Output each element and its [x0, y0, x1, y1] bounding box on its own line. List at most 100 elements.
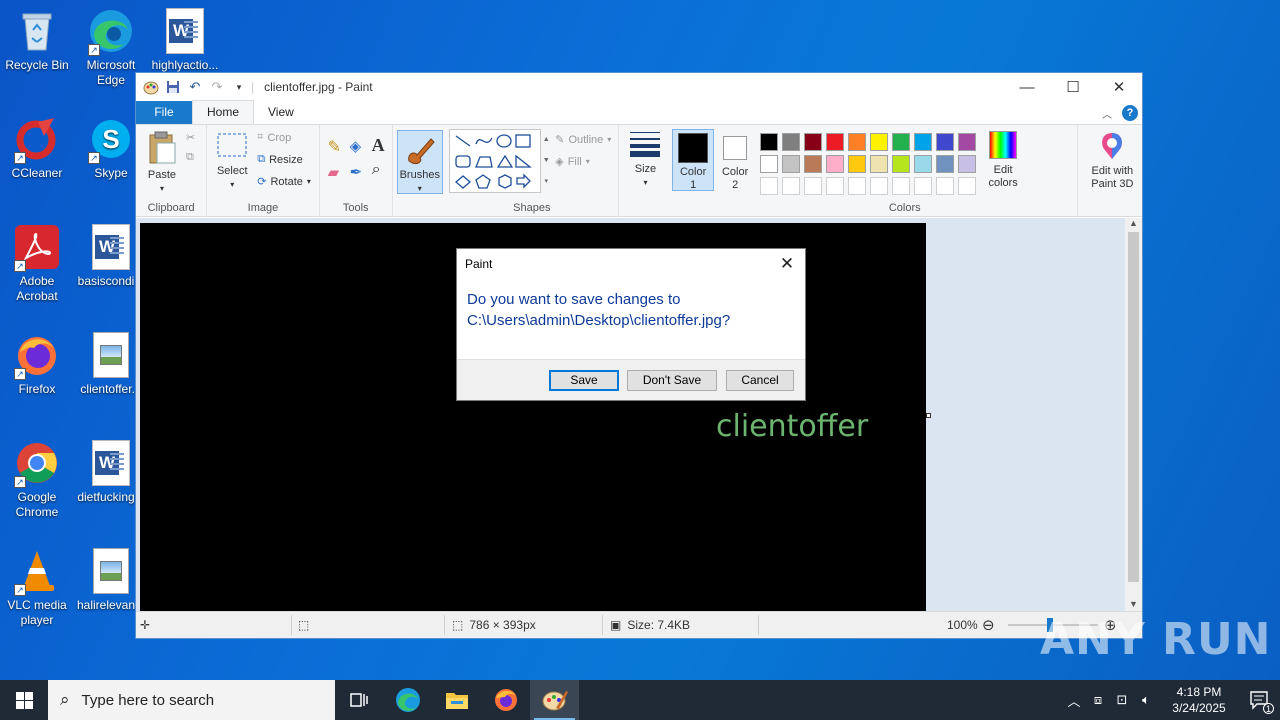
- cursor-position-icon: ✛: [140, 618, 151, 632]
- task-view-button[interactable]: [335, 680, 383, 720]
- color-swatch[interactable]: [936, 155, 955, 173]
- color-swatch[interactable]: [760, 155, 779, 173]
- desktop-icon-word-doc-1[interactable]: W highlyactio...: [148, 8, 222, 73]
- fill-button[interactable]: ◈ Fill ▾: [555, 155, 590, 169]
- color-swatch[interactable]: [760, 133, 779, 151]
- cancel-button[interactable]: Cancel: [726, 370, 794, 391]
- color-swatch[interactable]: [914, 155, 933, 173]
- tab-view[interactable]: View: [254, 101, 308, 124]
- paste-button[interactable]: Paste ▾: [144, 131, 180, 195]
- color-swatch[interactable]: [914, 133, 933, 151]
- dialog-close-icon[interactable]: ✕: [775, 252, 799, 276]
- edge-icon: ↗: [88, 8, 134, 56]
- desktop-icon-firefox[interactable]: ↗ Firefox: [0, 332, 74, 397]
- color-swatch[interactable]: [848, 155, 867, 173]
- color-swatch[interactable]: [782, 133, 801, 151]
- maximize-button[interactable]: ☐: [1050, 73, 1096, 101]
- crop-button[interactable]: ⌗ Crop: [257, 131, 291, 144]
- shapes-gallery[interactable]: [449, 129, 542, 193]
- file-menu[interactable]: File: [136, 101, 192, 124]
- color-picker-icon[interactable]: ✒: [350, 163, 363, 181]
- start-button[interactable]: [0, 680, 48, 720]
- edit-paint3d-button[interactable]: Edit with Paint 3D: [1082, 131, 1142, 191]
- outline-button[interactable]: ✎ Outline ▾: [555, 133, 611, 147]
- pencil-icon[interactable]: ✎: [328, 137, 341, 157]
- color-swatch[interactable]: [892, 155, 911, 173]
- resize-handle-right[interactable]: [926, 413, 931, 418]
- custom-color-slot[interactable]: [936, 177, 955, 195]
- desktop-icon-chrome[interactable]: ↗ Google Chrome: [0, 440, 74, 520]
- zoom-out-icon[interactable]: ⊖: [982, 612, 995, 638]
- undo-icon[interactable]: ↶: [187, 79, 203, 95]
- desktop-icon-recycle-bin[interactable]: Recycle Bin: [0, 8, 74, 73]
- custom-color-slot[interactable]: [760, 177, 779, 195]
- vertical-scrollbar[interactable]: ▲ ▼: [1125, 218, 1142, 613]
- shapes-scroll[interactable]: ▲ ▼ ▾: [541, 129, 551, 193]
- taskbar-firefox[interactable]: [481, 680, 530, 720]
- color-swatch[interactable]: [804, 155, 823, 173]
- desktop-icon-acrobat[interactable]: ↗ Adobe Acrobat: [0, 224, 74, 304]
- action-center-button[interactable]: 1: [1240, 690, 1280, 714]
- taskbar-paint[interactable]: [530, 680, 579, 720]
- resize-button[interactable]: ⧉ Resize: [257, 153, 302, 166]
- text-icon[interactable]: A: [372, 135, 385, 156]
- color1-button[interactable]: Color 1: [672, 129, 715, 191]
- custom-color-slot[interactable]: [804, 177, 823, 195]
- edit-colors-button[interactable]: Edit colors: [980, 131, 1026, 190]
- clock[interactable]: 4:18 PM 3/24/2025: [1164, 684, 1234, 716]
- redo-icon[interactable]: ↷: [209, 79, 225, 95]
- color-swatch[interactable]: [958, 155, 977, 173]
- taskbar-file-explorer[interactable]: [432, 680, 481, 720]
- custom-color-slot[interactable]: [870, 177, 889, 195]
- network-icon[interactable]: ⊡: [1110, 692, 1134, 708]
- color-swatch[interactable]: [870, 133, 889, 151]
- color-swatch[interactable]: [826, 133, 845, 151]
- taskbar-search-box[interactable]: ⌕ Type here to search: [48, 680, 335, 720]
- custom-color-slot[interactable]: [848, 177, 867, 195]
- help-icon[interactable]: ?: [1122, 105, 1138, 121]
- desktop-icon-label: Firefox: [18, 382, 56, 396]
- minimize-button[interactable]: —: [1004, 73, 1050, 101]
- custom-color-slot[interactable]: [892, 177, 911, 195]
- custom-color-slot[interactable]: [958, 177, 977, 195]
- color-swatch[interactable]: [870, 155, 889, 173]
- eraser-icon[interactable]: ▰: [328, 163, 340, 181]
- save-button[interactable]: Save: [549, 370, 619, 391]
- fill-bucket-icon[interactable]: ◈: [350, 137, 362, 155]
- brushes-button[interactable]: Brushes ▾: [396, 130, 443, 194]
- select-button[interactable]: Select ▾: [213, 131, 251, 191]
- firefox-icon: [494, 689, 517, 711]
- dont-save-button[interactable]: Don't Save: [627, 370, 717, 391]
- customize-quick-access-icon[interactable]: ▾: [231, 79, 247, 95]
- size-button[interactable]: Size ▾: [625, 129, 665, 189]
- cut-icon[interactable]: ✂: [186, 131, 195, 144]
- desktop-icon-vlc[interactable]: ↗ VLC media player: [0, 548, 74, 628]
- paint-app-icon[interactable]: [143, 79, 159, 95]
- color-swatch[interactable]: [848, 133, 867, 151]
- color-swatch[interactable]: [804, 133, 823, 151]
- volume-icon[interactable]: 🔈︎: [1134, 692, 1158, 708]
- color-swatch[interactable]: [936, 133, 955, 151]
- color-swatch[interactable]: [892, 133, 911, 151]
- color2-button[interactable]: Color 2: [716, 130, 754, 192]
- notification-count: 1: [1263, 703, 1274, 714]
- rotate-button[interactable]: ⟳ Rotate ▾: [257, 175, 311, 189]
- custom-color-slot[interactable]: [826, 177, 845, 195]
- custom-color-slot[interactable]: [782, 177, 801, 195]
- shortcut-arrow-icon: ↗: [14, 152, 26, 164]
- color-swatch[interactable]: [826, 155, 845, 173]
- collapse-ribbon-icon[interactable]: ︿: [1102, 106, 1112, 121]
- taskbar-edge[interactable]: [383, 680, 432, 720]
- tab-home[interactable]: Home: [192, 100, 255, 124]
- desktop-icon-ccleaner[interactable]: ↗ CCleaner: [0, 116, 74, 181]
- magnifier-icon[interactable]: ⌕: [372, 161, 381, 179]
- color-swatch[interactable]: [782, 155, 801, 173]
- color-swatch[interactable]: [958, 133, 977, 151]
- close-button[interactable]: ✕: [1096, 73, 1142, 101]
- network-adapter-icon[interactable]: ⧈: [1086, 692, 1110, 708]
- dialog-message: Do you want to save changes to C:\Users\…: [467, 291, 731, 329]
- copy-icon[interactable]: ⧉: [186, 151, 194, 164]
- save-icon[interactable]: [165, 79, 181, 95]
- custom-color-slot[interactable]: [914, 177, 933, 195]
- show-hidden-icons-icon[interactable]: ︿: [1062, 691, 1086, 710]
